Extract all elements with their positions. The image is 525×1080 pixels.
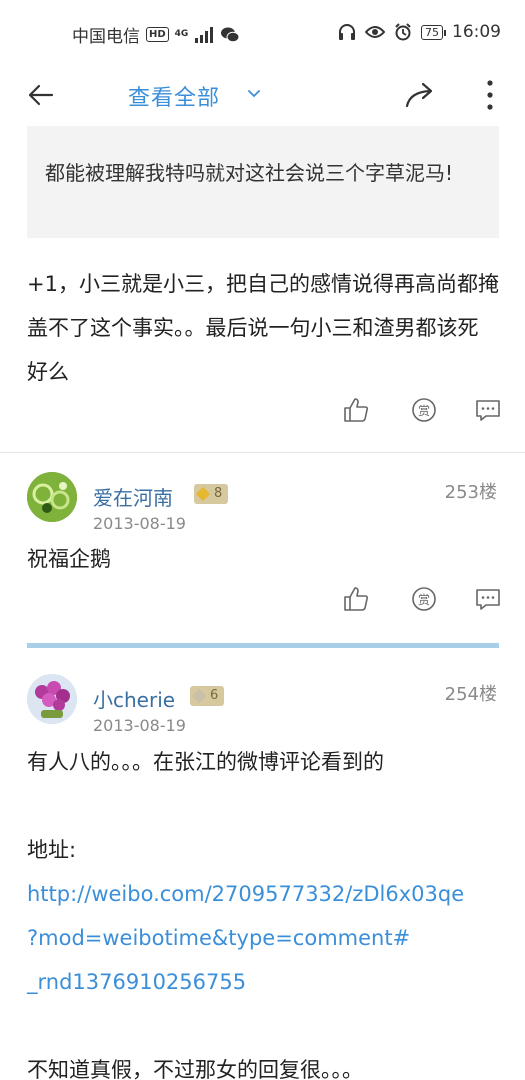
signal-icon	[195, 26, 214, 43]
nav-bar: 查看全部	[0, 62, 525, 126]
network-label: 4G	[174, 29, 189, 39]
carrier-label: 中国电信	[72, 27, 140, 47]
reply-text: +1，小三就是小三，把自己的感情说得再高尚都掩盖不了这个事实。。最后说一句小三和…	[27, 272, 499, 384]
avatar[interactable]	[27, 472, 77, 522]
quoted-text: 都能被理解我特吗就对这社会说三个字草泥马!	[45, 126, 495, 192]
post-actions: 赏	[340, 585, 510, 615]
hd-badge: HD	[146, 27, 169, 42]
divider	[0, 452, 525, 453]
highlight-divider	[27, 643, 499, 648]
quoted-text-body: 都能被理解我特吗就对这社会说三个字草泥马!	[45, 161, 454, 185]
comment-icon[interactable]	[474, 585, 502, 613]
floor-number: 253楼	[444, 482, 497, 503]
avatar[interactable]	[27, 674, 77, 724]
post-link-line-1[interactable]: http://weibo.com/2709577332/zDl6x03qe	[27, 872, 507, 916]
share-icon[interactable]	[404, 80, 436, 110]
reward-icon[interactable]: 赏	[410, 585, 438, 613]
avatar-image	[27, 472, 77, 522]
post-line: 不知道真假，不过那女的回复很。。。	[27, 1058, 363, 1080]
headphones-icon	[339, 24, 355, 40]
quoted-reply: 都能被理解我特吗就对这社会说三个字草泥马!	[27, 126, 499, 238]
level-number: 8	[214, 486, 223, 501]
level-badge: 6	[190, 686, 225, 706]
status-right: 75 16:09	[338, 22, 501, 42]
alarm-icon	[395, 23, 411, 41]
reply-actions: 赏	[340, 396, 510, 426]
chevron-down-icon[interactable]	[246, 86, 262, 102]
quoted-text-cutoff	[45, 126, 495, 154]
level-badge: 8	[194, 484, 229, 504]
username[interactable]: 小cherie	[93, 684, 175, 713]
reward-icon[interactable]: 赏	[410, 396, 438, 424]
post-link-line-3[interactable]: _rnd1376910256755	[27, 960, 507, 1004]
post-text: 祝福企鹅	[27, 547, 111, 571]
like-icon[interactable]	[342, 585, 370, 613]
reward-label: 赏	[418, 593, 430, 607]
back-arrow-icon[interactable]	[26, 80, 56, 110]
post-body: 有人八的。。。在张江的微博评论看到的 地址: http://weibo.com/…	[27, 740, 507, 1080]
post-line: 有人八的。。。在张江的微博评论看到的	[27, 750, 384, 774]
page-title[interactable]: 查看全部	[128, 80, 220, 112]
quoted-cutoff-line	[45, 126, 495, 134]
level-diamond-icon	[191, 688, 207, 704]
post-date: 2013-08-19	[93, 514, 186, 533]
post-link-line-2[interactable]: ?mod=weibotime&type=comment#	[27, 916, 507, 960]
like-icon[interactable]	[342, 396, 370, 424]
post-date: 2013-08-19	[93, 716, 186, 735]
wechat-icon	[221, 27, 240, 42]
level-number: 6	[210, 688, 219, 703]
floor-number: 254楼	[444, 684, 497, 705]
level-diamond-icon	[195, 486, 211, 502]
reward-label: 赏	[418, 404, 430, 418]
post-link[interactable]: http://weibo.com/2709577332/zDl6x03qe ?m…	[27, 872, 507, 1004]
more-icon[interactable]	[484, 78, 496, 112]
status-bar: 中国电信 HD 4G 75 16:09	[0, 0, 525, 62]
eye-icon	[365, 26, 385, 38]
avatar-image	[27, 674, 77, 724]
clock: 16:09	[452, 22, 501, 42]
address-label: 地址:	[27, 838, 77, 862]
status-left: 中国电信 HD 4G	[72, 22, 240, 47]
username[interactable]: 爱在河南	[93, 482, 173, 511]
battery-indicator: 75	[421, 24, 446, 40]
comment-icon[interactable]	[474, 396, 502, 424]
